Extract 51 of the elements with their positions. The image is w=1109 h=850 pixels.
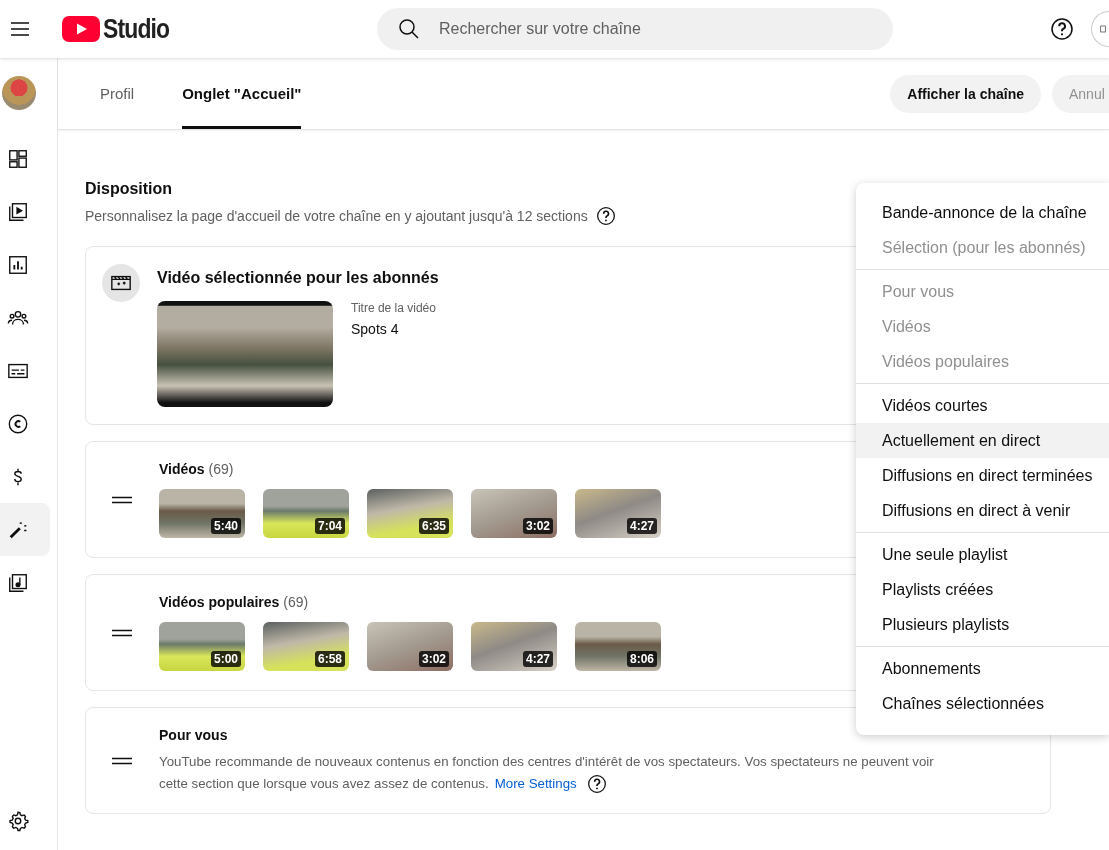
menu-item[interactable]: Diffusions en direct terminées: [856, 458, 1109, 493]
logo-text: Studio: [103, 13, 170, 45]
tab[interactable]: Onglet "Accueil": [182, 58, 302, 129]
video-duration: 6:35: [418, 518, 449, 534]
card-title: Vidéos populaires (69): [159, 594, 310, 610]
video-duration: 7:04: [314, 518, 345, 534]
more-settings-link[interactable]: More Settings: [494, 775, 577, 791]
help-icon: [586, 774, 607, 794]
menu-item[interactable]: Vidéos courtes: [856, 388, 1109, 423]
field-label: Titre de la vidéo: [351, 301, 436, 315]
search-field[interactable]: Rechercher sur votre chaîne: [377, 8, 893, 50]
drag-handle-icon: [111, 628, 133, 637]
music-library-icon: [7, 571, 29, 594]
menu-item[interactable]: Abonnements: [856, 651, 1109, 686]
settings-icon: [7, 810, 29, 832]
menu-item[interactable]: Playlists créées: [856, 572, 1109, 607]
video-duration: 8:06: [626, 651, 657, 667]
youtube-logo-icon: [62, 16, 100, 42]
drag-handle-icon: [111, 495, 133, 504]
menu-item[interactable]: Bande-annonce de la chaîne: [856, 195, 1109, 230]
search-icon: [397, 17, 421, 41]
section-title: Disposition: [85, 180, 174, 198]
menu-item[interactable]: Diffusions en direct à venir: [856, 493, 1109, 528]
section-description: Personnalisez la page d'accueil de votre chaîne en y ajoutant jusqu'à 12 sections: [85, 208, 588, 224]
menu-item[interactable]: Chaînes sélectionnées: [856, 686, 1109, 721]
menu-item[interactable]: Une seule playlist: [856, 537, 1109, 572]
card-title: Pour vous: [159, 726, 229, 743]
menu-item[interactable]: Actuellement en direct: [856, 423, 1109, 458]
help-button[interactable]: [1050, 17, 1074, 41]
video-duration: 5:40: [210, 518, 241, 534]
copyright-icon: [7, 412, 29, 435]
channel-avatar[interactable]: [2, 76, 36, 110]
bar-chart-icon: [7, 253, 29, 276]
video-duration: 5:00: [210, 651, 241, 667]
view-channel-button[interactable]: Afficher la chaîne: [890, 74, 1041, 113]
menu-item[interactable]: Plusieurs playlists: [856, 607, 1109, 642]
video-duration: 6:58: [314, 651, 345, 667]
video-duration: 4:27: [626, 518, 657, 534]
dashboard-icon: [7, 147, 29, 170]
card-title: Vidéos (69): [159, 461, 235, 477]
section-description: YouTube recommande de nouveaux contenus en fonction des centres d'intérêt de vos spectateurs. Vos spectateurs ne peuvent voir cette section que lorsque vous avez assez de contenus. More Settings: [159, 750, 959, 795]
video-title: Spots 4: [351, 321, 400, 337]
tab[interactable]: Profil: [100, 58, 135, 129]
video-duration: 4:27: [522, 651, 553, 667]
video-duration: 3:02: [418, 651, 449, 667]
help-icon: [1050, 17, 1074, 41]
help-icon: [595, 206, 616, 226]
video-duration: 3:02: [522, 518, 553, 534]
drag-handle-icon: [111, 756, 133, 765]
card-title: Vidéo sélectionnée pour les abonnés: [157, 268, 439, 287]
video-library-icon: [7, 200, 29, 223]
